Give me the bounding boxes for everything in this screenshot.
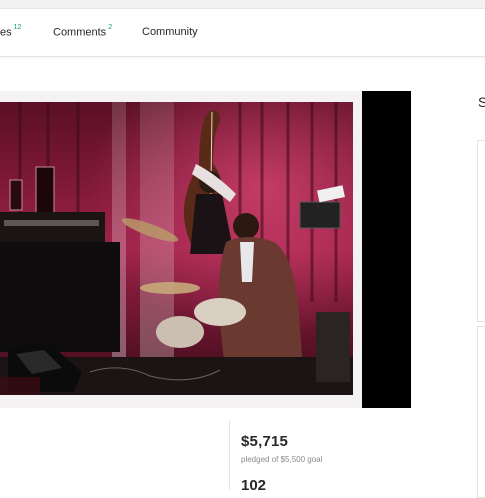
pledged-goal-text: pledged of $5,500 goal (241, 455, 323, 464)
tab-updates-count: 12 (13, 24, 22, 31)
project-tabs: es 12 Comments 2 Community (0, 9, 485, 57)
tab-comments-label: Comments (53, 26, 107, 39)
sidebar-card-bottom (477, 326, 485, 498)
backers-count: 102 (241, 477, 267, 494)
tab-comments-count: 2 (108, 24, 113, 31)
tab-updates[interactable]: es 12 (0, 24, 22, 39)
tab-community-label: Community (142, 26, 198, 38)
project-video-player[interactable] (0, 91, 411, 408)
tab-updates-label: es (0, 26, 12, 39)
stats-divider (229, 420, 230, 490)
top-strip (0, 0, 485, 9)
jazz-photo-image (0, 102, 353, 395)
video-thumbnail[interactable] (0, 102, 353, 395)
tabs-shadow (0, 57, 485, 59)
pledged-amount: $5,715 (241, 433, 289, 450)
sidebar-card-top (477, 140, 485, 322)
sidebar-heading-fragment: S (478, 94, 485, 110)
tab-comments[interactable]: Comments 2 (53, 24, 113, 39)
tab-community[interactable]: Community (142, 26, 198, 38)
video-frame (0, 91, 362, 408)
